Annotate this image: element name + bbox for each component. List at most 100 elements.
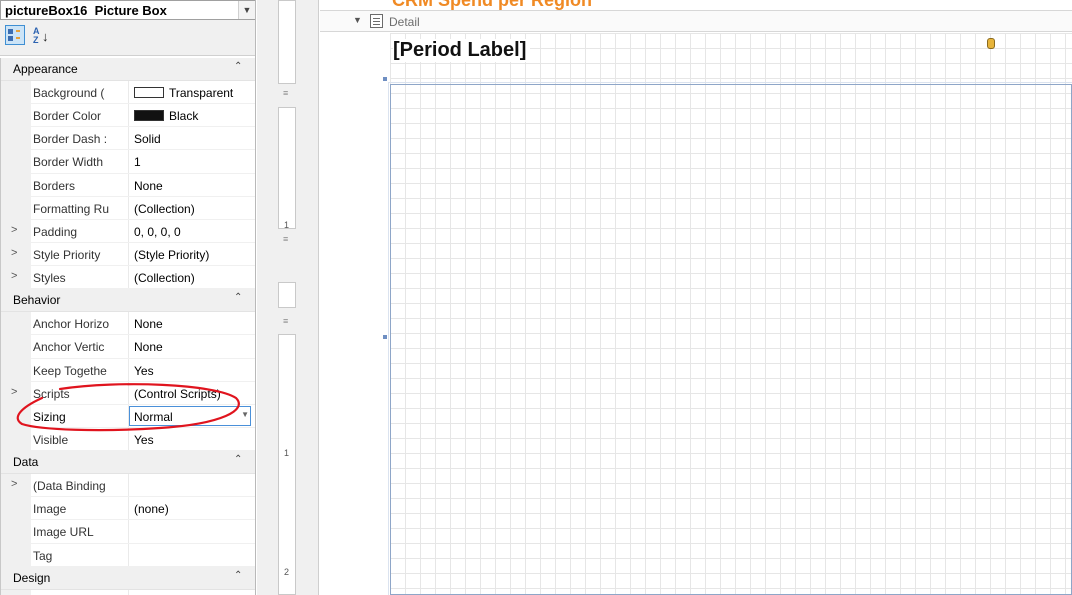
- chevron-right-icon[interactable]: >: [11, 386, 17, 398]
- period-label[interactable]: [Period Label]: [393, 39, 531, 62]
- property-value[interactable]: Yes: [134, 433, 252, 447]
- vertical-ruler: ≡ 1 ≡ ≡ 1 2: [257, 0, 319, 595]
- categorized-icon[interactable]: [5, 25, 25, 45]
- property-value[interactable]: None: [134, 340, 252, 354]
- property-grid: pictureBox16 Picture Box ▼ A Z ↓ Appearanc…: [0, 0, 256, 595]
- chevron-up-icon[interactable]: ⌃: [234, 61, 242, 72]
- ruler-grip-icon[interactable]: ≡: [283, 316, 288, 326]
- category-label: Data: [13, 455, 39, 470]
- collapse-arrow-icon[interactable]: ▼: [353, 15, 362, 25]
- row-gutter: [1, 427, 31, 451]
- column-divider[interactable]: [128, 520, 129, 543]
- chevron-up-icon[interactable]: ⌃: [234, 454, 242, 465]
- detail-band-body[interactable]: [Period Label]: [383, 33, 1072, 595]
- category-data[interactable]: Data ⌃: [1, 451, 255, 475]
- property-row[interactable]: Borders None: [1, 173, 255, 197]
- chevron-down-icon[interactable]: ▼: [238, 1, 255, 19]
- property-row[interactable]: > Scripts (Control Scripts): [1, 381, 255, 405]
- ruler-grip-icon[interactable]: ≡: [283, 88, 288, 98]
- color-swatch: [134, 110, 164, 122]
- ruler-mark: 1: [284, 220, 290, 230]
- chevron-right-icon[interactable]: >: [11, 270, 17, 282]
- band-icon: [370, 14, 383, 28]
- property-value[interactable]: 1: [134, 155, 252, 169]
- row-gutter: [1, 497, 31, 520]
- column-divider[interactable]: [128, 381, 129, 404]
- property-row[interactable]: Keep Togethe Yes: [1, 358, 255, 382]
- category-behavior[interactable]: Behavior ⌃: [1, 289, 255, 313]
- column-divider[interactable]: [128, 266, 129, 289]
- band-label: Detail: [389, 15, 420, 29]
- chevron-right-icon[interactable]: >: [11, 247, 17, 259]
- property-row[interactable]: Border Color Black: [1, 104, 255, 128]
- property-value[interactable]: Yes: [134, 364, 252, 378]
- property-row[interactable]: Border Width 1: [1, 150, 255, 174]
- property-row[interactable]: Anchor Vertic None: [1, 335, 255, 359]
- column-divider[interactable]: [128, 104, 129, 127]
- property-value[interactable]: Black: [134, 109, 252, 123]
- property-value[interactable]: Normal: [134, 410, 252, 424]
- property-row[interactable]: Visible Yes: [1, 427, 255, 452]
- property-value[interactable]: Solid: [134, 132, 252, 146]
- property-value[interactable]: (Collection): [134, 202, 252, 216]
- property-row[interactable]: Sizing ▼ Normal: [1, 404, 255, 428]
- ruler-grip-icon[interactable]: ≡: [283, 234, 288, 244]
- picture-box[interactable]: [383, 77, 1072, 595]
- property-row[interactable]: Anchor Horizo None: [1, 312, 255, 336]
- column-divider[interactable]: [128, 427, 129, 451]
- property-value[interactable]: 0, 0, 0, 0: [134, 225, 252, 239]
- column-divider[interactable]: [128, 242, 129, 266]
- property-list: Appearance ⌃ Background (Transparent Border…: [0, 58, 255, 595]
- database-icon[interactable]: [987, 38, 995, 49]
- column-divider[interactable]: [128, 150, 129, 173]
- property-row[interactable]: > Style Priority (Style Priority): [1, 242, 255, 267]
- chevron-up-icon[interactable]: ⌃: [234, 570, 242, 581]
- report-design-surface[interactable]: CRM Spend per Region ▼ Detail [Period La…: [320, 0, 1072, 595]
- column-divider[interactable]: [128, 474, 129, 497]
- property-row[interactable]: Background (Transparent: [1, 81, 255, 105]
- property-value[interactable]: None: [134, 317, 252, 331]
- category-label: Behavior: [13, 293, 61, 308]
- property-value[interactable]: None: [134, 179, 252, 193]
- property-value[interactable]: (Collection): [134, 271, 252, 285]
- property-row[interactable]: Tag: [1, 543, 255, 567]
- chevron-right-icon[interactable]: >: [11, 478, 17, 490]
- property-row[interactable]: > Padding 0, 0, 0, 0: [1, 219, 255, 243]
- property-value[interactable]: (Style Priority): [134, 248, 252, 262]
- property-value[interactable]: (Control Scripts): [134, 387, 252, 401]
- column-divider[interactable]: [128, 358, 129, 381]
- property-value[interactable]: (none): [134, 502, 252, 516]
- column-divider[interactable]: [128, 196, 129, 219]
- property-row[interactable]: Formatting Ru (Collection): [1, 196, 255, 220]
- chevron-up-icon[interactable]: ⌃: [234, 292, 242, 303]
- column-divider[interactable]: [128, 127, 129, 150]
- column-divider[interactable]: [128, 589, 129, 595]
- resize-handle[interactable]: [383, 335, 387, 339]
- property-row[interactable]: (Name)pictureBox16: [1, 589, 255, 595]
- chevron-right-icon[interactable]: >: [11, 224, 17, 236]
- category-design[interactable]: Design ⌃: [1, 566, 255, 590]
- column-divider[interactable]: [128, 173, 129, 196]
- property-row[interactable]: Image (none): [1, 497, 255, 521]
- property-row[interactable]: Border Dash : Solid: [1, 127, 255, 151]
- column-divider[interactable]: [128, 335, 129, 358]
- column-divider[interactable]: [128, 81, 129, 104]
- detail-band-header[interactable]: ▼ Detail: [320, 10, 1072, 32]
- column-divider[interactable]: [128, 543, 129, 566]
- property-row[interactable]: > (Data Binding: [1, 474, 255, 498]
- property-row[interactable]: Image URL: [1, 520, 255, 544]
- ruler-segment: [278, 282, 296, 308]
- row-gutter: [1, 81, 31, 104]
- column-divider[interactable]: [128, 312, 129, 335]
- column-divider[interactable]: [128, 497, 129, 520]
- resize-handle[interactable]: [383, 77, 387, 81]
- row-gutter: [1, 543, 31, 566]
- row-gutter: [1, 404, 31, 427]
- property-row[interactable]: > Styles (Collection): [1, 266, 255, 290]
- column-divider[interactable]: [128, 219, 129, 242]
- sort-az-icon[interactable]: A Z ↓: [30, 25, 50, 45]
- category-appearance[interactable]: Appearance ⌃: [1, 58, 255, 81]
- ruler-mark: 1: [284, 448, 290, 458]
- property-value[interactable]: Transparent: [134, 86, 252, 100]
- object-selector[interactable]: pictureBox16 Picture Box ▼: [0, 0, 255, 20]
